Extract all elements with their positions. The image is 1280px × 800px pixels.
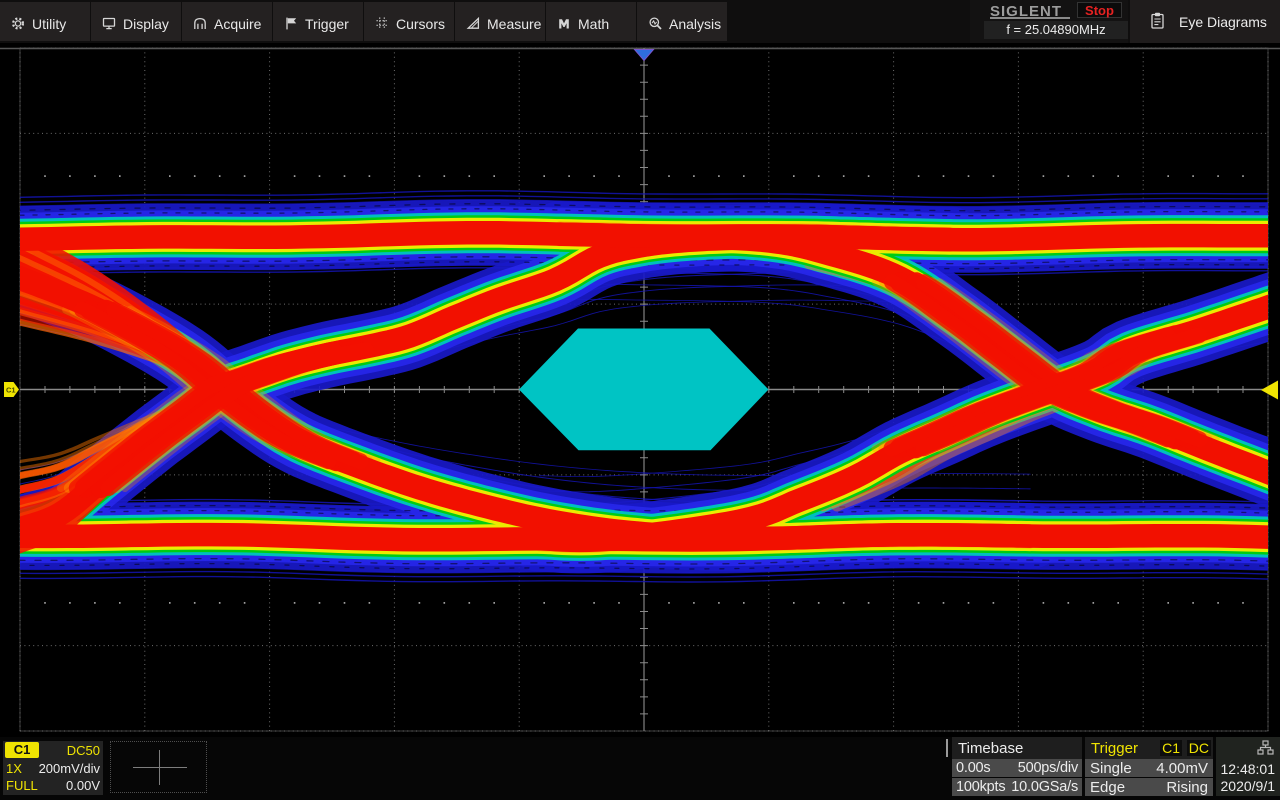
svg-text:C1: C1: [6, 386, 16, 395]
